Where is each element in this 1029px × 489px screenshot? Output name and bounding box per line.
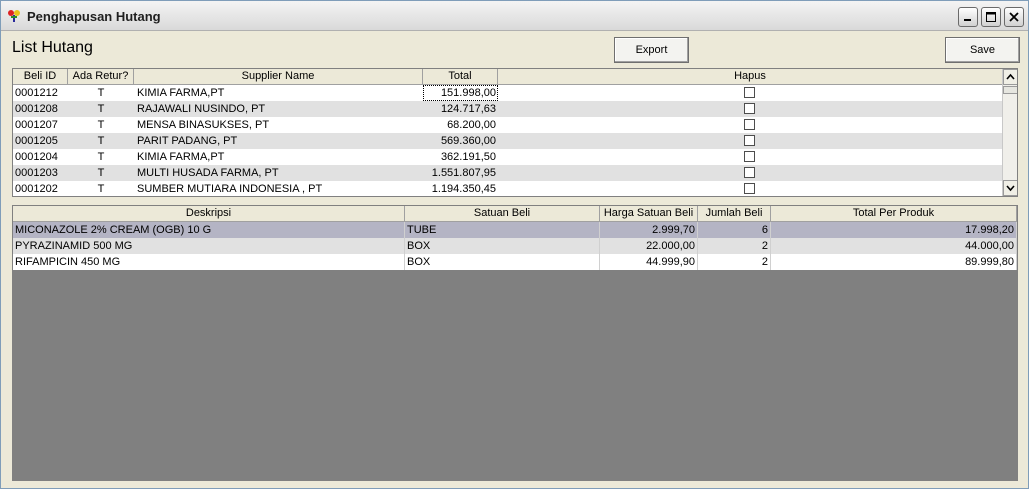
column-header-ada-retur[interactable]: Ada Retur? (68, 69, 134, 85)
scroll-up-button[interactable] (1003, 69, 1017, 85)
cell-total: 89.999,80 (771, 254, 1017, 270)
table-row[interactable]: PYRAZINAMID 500 MG BOX 22.000,00 2 44.000,00 (13, 238, 1017, 254)
cell-supplier: MENSA BINASUKSES, PT (137, 119, 270, 131)
column-header-satuan-beli[interactable]: Satuan Beli (405, 206, 600, 222)
cell-total: 1.194.350,45 (431, 183, 496, 195)
cell-harga: 2.999,70 (600, 222, 698, 238)
save-button-label: Save (969, 44, 996, 56)
table-row[interactable]: 0001208 T RAJAWALI NUSINDO, PT 124.717,63 (13, 101, 1002, 117)
cell-supplier: MULTI HUSADA FARMA, PT (137, 167, 279, 179)
hapus-checkbox[interactable] (744, 151, 755, 162)
cell-id: 0001208 (15, 103, 58, 115)
cell-retur: T (97, 167, 105, 179)
column-header-beli-id[interactable]: Beli ID (13, 69, 68, 85)
cell-id: 0001203 (15, 167, 58, 179)
column-header-deskripsi[interactable]: Deskripsi (13, 206, 405, 222)
cell-id: 0001212 (15, 87, 58, 99)
maximize-icon (986, 12, 996, 22)
minimize-button[interactable] (958, 7, 978, 27)
hutang-detail-grid[interactable]: Deskripsi Satuan Beli Harga Satuan Beli … (12, 205, 1018, 481)
cell-retur: T (97, 183, 105, 195)
table-row[interactable]: 0001204 T KIMIA FARMA,PT 362.191,50 (13, 149, 1002, 165)
cell-retur: T (97, 151, 105, 163)
export-button[interactable]: Export (614, 37, 689, 63)
arrow-up-icon (1006, 73, 1015, 80)
hapus-checkbox[interactable] (744, 87, 755, 98)
cell-retur: T (97, 135, 105, 147)
cell-supplier: KIMIA FARMA,PT (137, 87, 225, 99)
column-header-total-per-produk[interactable]: Total Per Produk (771, 206, 1017, 222)
cell-supplier: RAJAWALI NUSINDO, PT (137, 103, 266, 115)
cell-id: 0001207 (15, 119, 58, 131)
save-button[interactable]: Save (945, 37, 1020, 63)
window-title: Penghapusan Hutang (27, 9, 161, 24)
table-row[interactable]: RIFAMPICIN 450 MG BOX 44.999,90 2 89.999,80 (13, 254, 1017, 270)
scroll-down-button[interactable] (1003, 180, 1017, 196)
cell-jumlah: 6 (698, 222, 771, 238)
top-grid-scrollbar[interactable] (1002, 69, 1017, 196)
hapus-checkbox[interactable] (744, 135, 755, 146)
hapus-checkbox[interactable] (744, 183, 755, 194)
cell-id: 0001202 (15, 183, 58, 195)
cell-retur: T (97, 119, 105, 131)
cell-satuan: BOX (405, 238, 600, 254)
cell-jumlah: 2 (698, 238, 771, 254)
table-row[interactable]: 0001203 T MULTI HUSADA FARMA, PT 1.551.807,… (13, 165, 1002, 181)
hapus-checkbox[interactable] (744, 103, 755, 114)
maximize-button[interactable] (981, 7, 1001, 27)
cell-id: 0001205 (15, 135, 58, 147)
client-area: List Hutang Export Save Beli ID Ada Retu… (5, 32, 1025, 486)
close-icon (1009, 12, 1019, 22)
hutang-list-grid[interactable]: Beli ID Ada Retur? Supplier Name Total H… (12, 68, 1018, 197)
cell-retur: T (97, 103, 105, 115)
title-bar[interactable]: Penghapusan Hutang (1, 1, 1028, 31)
cell-id: 0001204 (15, 151, 58, 163)
column-header-harga-satuan-beli[interactable]: Harga Satuan Beli (600, 206, 698, 222)
arrow-down-icon (1006, 185, 1015, 192)
cell-total: 44.000,00 (771, 238, 1017, 254)
close-button[interactable] (1004, 7, 1024, 27)
cell-desc: MICONAZOLE 2% CREAM (OGB) 10 G (13, 222, 405, 238)
hapus-checkbox[interactable] (744, 119, 755, 130)
cell-supplier: SUMBER MUTIARA INDONESIA , PT (137, 183, 323, 195)
minimize-icon (964, 19, 971, 21)
table-row[interactable]: 0001207 T MENSA BINASUKSES, PT 68.200,00 (13, 117, 1002, 133)
cell-supplier: KIMIA FARMA,PT (137, 151, 225, 163)
table-row[interactable]: 0001205 T PARIT PADANG, PT 569.360,00 (13, 133, 1002, 149)
hapus-checkbox[interactable] (744, 167, 755, 178)
main-window: Penghapusan Hutang List Hutang Export Sa… (0, 0, 1029, 489)
scroll-thumb[interactable] (1003, 86, 1017, 94)
cell-total: 569.360,00 (440, 135, 496, 147)
export-button-label: Export (635, 44, 668, 56)
table-row[interactable]: 0001212 T KIMIA FARMA,PT 151.998,00 (13, 85, 1002, 101)
table-row[interactable]: 0001202 T SUMBER MUTIARA INDONESIA , PT 1.1… (13, 181, 1002, 196)
cell-retur: T (97, 87, 105, 99)
cell-total: 17.998,20 (771, 222, 1017, 238)
cell-jumlah: 2 (698, 254, 771, 270)
cell-satuan: BOX (405, 254, 600, 270)
cell-total: 362.191,50 (440, 151, 496, 163)
cell-total: 68.200,00 (447, 119, 496, 131)
cell-desc: PYRAZINAMID 500 MG (13, 238, 405, 254)
cell-supplier: PARIT PADANG, PT (137, 135, 238, 147)
table-row[interactable]: MICONAZOLE 2% CREAM (OGB) 10 G TUBE 2.999,… (13, 222, 1017, 238)
cell-desc: RIFAMPICIN 450 MG (13, 254, 405, 270)
column-header-supplier-name[interactable]: Supplier Name (134, 69, 423, 85)
cell-harga: 22.000,00 (600, 238, 698, 254)
page-title: List Hutang (12, 39, 93, 56)
cell-total: 124.717,63 (440, 103, 496, 115)
column-header-jumlah-beli[interactable]: Jumlah Beli (698, 206, 771, 222)
cell-total: 1.551.807,95 (431, 167, 496, 179)
cell-total: 151.998,00 (423, 85, 498, 101)
column-header-total[interactable]: Total (423, 69, 498, 85)
cell-satuan: TUBE (405, 222, 600, 238)
cell-harga: 44.999,90 (600, 254, 698, 270)
empty-grid-area (13, 270, 1017, 480)
column-header-hapus[interactable]: Hapus (498, 69, 1003, 85)
app-icon (8, 10, 20, 22)
